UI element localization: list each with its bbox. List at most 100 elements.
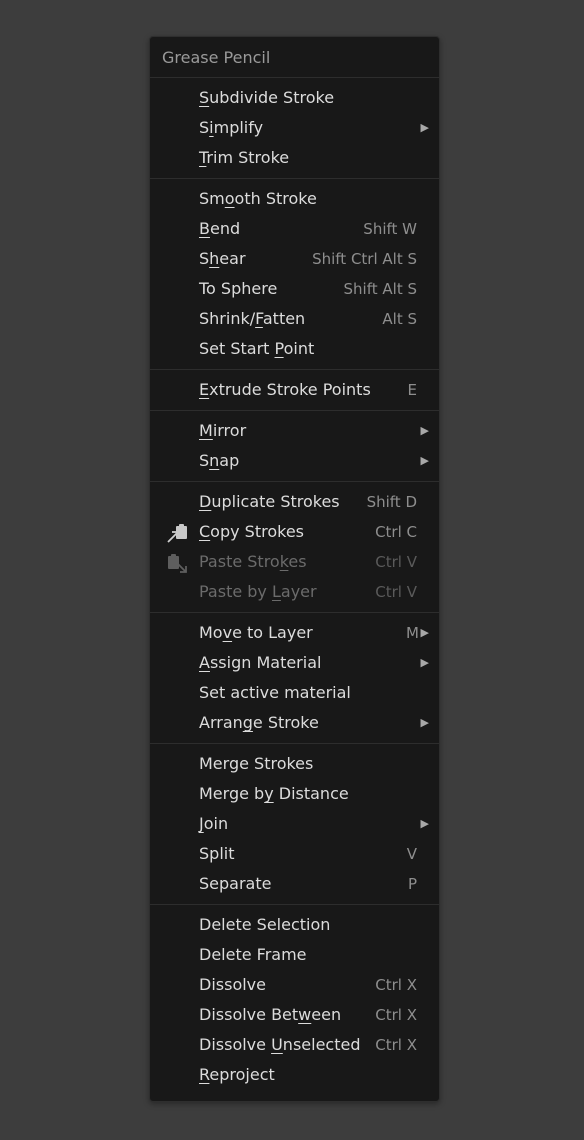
label-text: nselected xyxy=(282,1035,361,1054)
menu-item-label: Smooth Stroke xyxy=(199,184,317,214)
menu-section: Merge Strokes Merge by Distance Join ▶ Split… xyxy=(150,744,439,905)
menu-item-simplify[interactable]: Simplify ▶ xyxy=(150,113,439,143)
mnemonic-letter: o xyxy=(224,189,235,208)
label-text: es xyxy=(288,552,307,571)
label-text: Delete Selection xyxy=(199,915,331,934)
menu-item-snap[interactable]: Snap ▶ xyxy=(150,446,439,476)
menu-item-dissolve[interactable]: Dissolve Ctrl X xyxy=(150,970,439,1000)
menu-item-label: Reproject xyxy=(199,1060,275,1090)
menu-item-split[interactable]: Split V xyxy=(150,839,439,869)
copy-icon xyxy=(167,523,188,543)
mnemonic-letter: y xyxy=(264,784,274,803)
paste-icon xyxy=(167,553,187,573)
label-text: Separate xyxy=(199,874,272,893)
label-text: oth Stroke xyxy=(234,189,317,208)
shortcut-hint: Ctrl X xyxy=(375,976,417,994)
menu-item-delete-selection[interactable]: Delete Selection xyxy=(150,910,439,940)
label-text: Distance xyxy=(273,784,349,803)
shortcut-hint: Ctrl C xyxy=(375,523,417,541)
label-text: Arran xyxy=(199,713,243,732)
menu-item-separate[interactable]: Separate P xyxy=(150,869,439,899)
menu-item-label: Set active material xyxy=(199,678,351,708)
label-text: e Stroke xyxy=(252,713,319,732)
menu-section: Duplicate Strokes Shift D Copy Strokes Ctrl… xyxy=(150,482,439,613)
mnemonic-letter: L xyxy=(271,582,281,601)
shortcut-hint: Ctrl V xyxy=(375,583,417,601)
label-text: irror xyxy=(212,421,247,440)
shortcut-hint: Shift W xyxy=(363,220,417,238)
mnemonic-letter: R xyxy=(199,1065,210,1084)
label-text: een xyxy=(311,1005,342,1024)
label-text: Set active material xyxy=(199,683,351,702)
menu-item-shear[interactable]: Shear Shift Ctrl Alt S xyxy=(150,244,439,274)
submenu-arrow-icon: ▶ xyxy=(420,454,429,467)
mnemonic-letter: P xyxy=(274,339,284,358)
label-text: Merge Strokes xyxy=(199,754,314,773)
submenu-arrow-icon: ▶ xyxy=(420,121,429,134)
menu-item-move-to-layer[interactable]: Move to Layer M ▶ xyxy=(150,618,439,648)
label-text: Paste by xyxy=(199,582,272,601)
menu-item-dissolve-unselected[interactable]: Dissolve Unselected Ctrl X xyxy=(150,1030,439,1060)
menu-item-dissolve-between[interactable]: Dissolve Between Ctrl X xyxy=(150,1000,439,1030)
label-text: Split xyxy=(199,844,235,863)
label-text: uplicate Strokes xyxy=(211,492,340,511)
menu-section: Delete Selection Delete Frame Dissolve Ctrl… xyxy=(150,905,439,1095)
label-text: Dissolve Bet xyxy=(199,1005,299,1024)
label-text: atten xyxy=(262,309,306,328)
label-text: ssign Material xyxy=(209,653,322,672)
shortcut-hint: Shift Ctrl Alt S xyxy=(312,250,417,268)
mnemonic-letter: w xyxy=(298,1005,312,1024)
shortcut-hint: Ctrl X xyxy=(375,1036,417,1054)
menu-item-smooth-stroke[interactable]: Smooth Stroke xyxy=(150,184,439,214)
label-text: ubdivide Stroke xyxy=(209,88,335,107)
menu-item-join[interactable]: Join ▶ xyxy=(150,809,439,839)
menu-item-label: Duplicate Strokes xyxy=(199,487,340,517)
menu-item-set-active-material[interactable]: Set active material xyxy=(150,678,439,708)
menu-item-set-start-point[interactable]: Set Start Point xyxy=(150,334,439,364)
menu-item-trim-stroke[interactable]: Trim Stroke xyxy=(150,143,439,173)
submenu-arrow-icon: ▶ xyxy=(420,656,429,669)
menu-item-copy-strokes[interactable]: Copy Strokes Ctrl C xyxy=(150,517,439,547)
menu-item-assign-material[interactable]: Assign Material ▶ xyxy=(150,648,439,678)
label-text: xtrude Stroke Points xyxy=(209,380,371,399)
menu-item-merge-strokes[interactable]: Merge Strokes xyxy=(150,749,439,779)
menu-item-extrude-stroke-points[interactable]: Extrude Stroke Points E xyxy=(150,375,439,405)
menu-item-label: Assign Material xyxy=(199,648,321,678)
menu-item-label: To Sphere xyxy=(199,274,277,304)
menu-item-duplicate-strokes[interactable]: Duplicate Strokes Shift D xyxy=(150,487,439,517)
label-text: rim Stroke xyxy=(206,148,290,167)
menu-item-label: Paste Strokes xyxy=(199,547,307,577)
menu-item-reproject[interactable]: Reproject xyxy=(150,1060,439,1090)
menu-item-bend[interactable]: Bend Shift W xyxy=(150,214,439,244)
menu-section: Smooth Stroke Bend Shift W Shear Shift Ctrl … xyxy=(150,179,439,370)
menu-item-label: Copy Strokes xyxy=(199,517,304,547)
mnemonic-letter: B xyxy=(199,219,210,238)
mnemonic-letter: v xyxy=(222,623,233,642)
menu-item-merge-by-distance[interactable]: Merge by Distance xyxy=(150,779,439,809)
label-text: Set Start xyxy=(199,339,275,358)
shortcut-hint: Shift D xyxy=(366,493,417,511)
mnemonic-letter: S xyxy=(199,88,210,107)
menu-item-label: Delete Selection xyxy=(199,910,330,940)
shortcut-hint: P xyxy=(407,875,417,893)
mnemonic-letter: g xyxy=(242,713,253,732)
mnemonic-letter: C xyxy=(199,522,211,541)
menu-item-arrange-stroke[interactable]: Arrange Stroke ▶ xyxy=(150,708,439,738)
menu-item-shrink-fatten[interactable]: Shrink/Fatten Alt S xyxy=(150,304,439,334)
mnemonic-letter: M xyxy=(199,421,213,440)
label-text: Sm xyxy=(199,189,225,208)
mnemonic-letter: n xyxy=(209,451,220,470)
label-text: opy Strokes xyxy=(210,522,304,541)
menu-item-label: Join xyxy=(199,809,228,839)
menu-item-to-sphere[interactable]: To Sphere Shift Alt S xyxy=(150,274,439,304)
shortcut-hint: Alt S xyxy=(382,310,417,328)
menu-item-subdivide-stroke[interactable]: Subdivide Stroke xyxy=(150,83,439,113)
menu-item-mirror[interactable]: Mirror ▶ xyxy=(150,416,439,446)
menu-item-label: Extrude Stroke Points xyxy=(199,375,371,405)
menu-item-delete-frame[interactable]: Delete Frame xyxy=(150,940,439,970)
grease-pencil-context-menu: Grease Pencil Subdivide Stroke Simplify ▶ T… xyxy=(149,36,440,1102)
menu-item-label: Shear xyxy=(199,244,246,274)
label-text: Dissolve xyxy=(199,975,266,994)
label-text: Shrink/ xyxy=(199,309,256,328)
menu-item-label: Subdivide Stroke xyxy=(199,83,334,113)
